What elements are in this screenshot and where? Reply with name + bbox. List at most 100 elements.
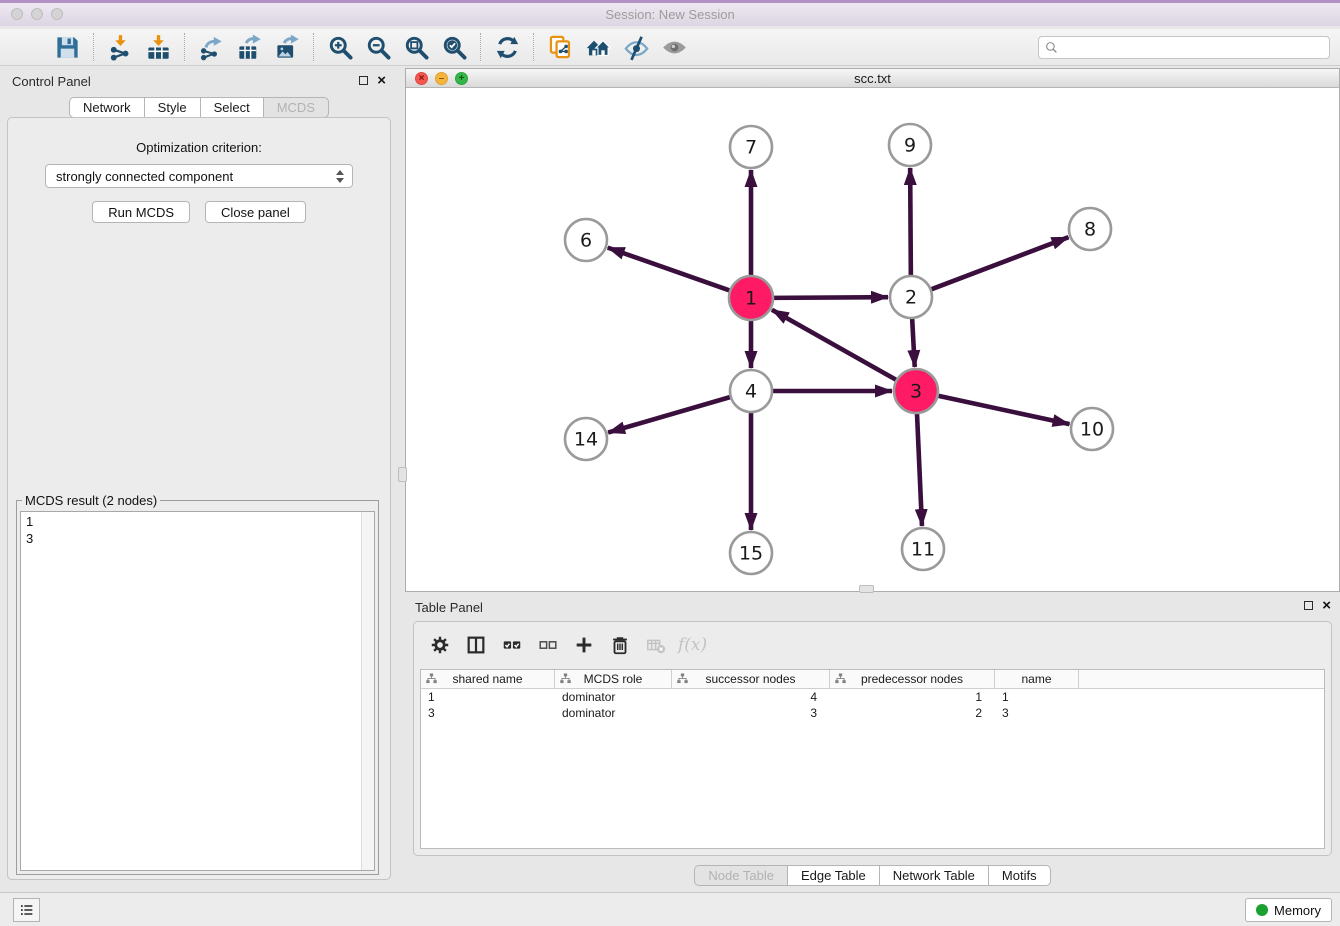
tab-edge-table[interactable]: Edge Table bbox=[787, 865, 879, 886]
table-row[interactable]: 1dominator411 bbox=[421, 689, 1324, 705]
edge-1-2[interactable] bbox=[773, 297, 888, 298]
result-scrollbar[interactable] bbox=[361, 512, 374, 870]
table-settings-button[interactable] bbox=[426, 632, 453, 659]
column-visibility-button[interactable] bbox=[462, 632, 489, 659]
task-history-button[interactable] bbox=[13, 898, 40, 922]
deselect-all-button[interactable] bbox=[534, 632, 561, 659]
add-column-button[interactable] bbox=[570, 632, 597, 659]
open-session-button[interactable] bbox=[10, 31, 48, 63]
edge-2-8[interactable] bbox=[931, 237, 1069, 289]
node-label-11: 11 bbox=[911, 539, 935, 561]
memory-button[interactable]: Memory bbox=[1245, 898, 1332, 922]
clone-network-button[interactable] bbox=[541, 31, 579, 63]
toolbar-separator bbox=[93, 33, 94, 61]
mcds-result-box: MCDS result (2 nodes) 1 3 bbox=[16, 493, 379, 875]
edge-1-6[interactable] bbox=[608, 248, 731, 291]
optimization-criterion-label: Optimization criterion: bbox=[8, 140, 390, 155]
export-image-icon bbox=[274, 34, 301, 61]
first-neighbors-button[interactable] bbox=[579, 31, 617, 63]
column-header-name[interactable]: name bbox=[995, 670, 1079, 688]
close-panel-icon[interactable]: × bbox=[377, 75, 386, 86]
mcds-result-title: MCDS result (2 nodes) bbox=[22, 493, 160, 508]
toolbar-separator bbox=[533, 33, 534, 61]
delete-column-button[interactable] bbox=[606, 632, 633, 659]
search-box bbox=[1038, 36, 1330, 59]
column-header-predecessor-nodes[interactable]: predecessor nodes bbox=[830, 670, 995, 688]
column-type-icon bbox=[677, 673, 688, 687]
table-cell: 1 bbox=[830, 690, 995, 704]
tab-select[interactable]: Select bbox=[200, 97, 263, 118]
mcds-tab-content: Optimization criterion: strongly connect… bbox=[7, 117, 391, 880]
edge-2-9[interactable] bbox=[910, 168, 911, 276]
edge-3-10[interactable] bbox=[938, 396, 1070, 425]
table-panel-title: Table Panel bbox=[415, 600, 483, 615]
tab-motifs[interactable]: Motifs bbox=[988, 865, 1051, 886]
zoom-fit-button[interactable] bbox=[397, 31, 435, 63]
import-network-button[interactable] bbox=[101, 31, 139, 63]
show-all-button[interactable] bbox=[655, 31, 693, 63]
status-bar: Memory bbox=[0, 892, 1340, 926]
column-type-icon bbox=[560, 673, 571, 687]
import-network-icon bbox=[107, 34, 134, 61]
zoom-in-button[interactable] bbox=[321, 31, 359, 63]
edge-2-3[interactable] bbox=[912, 318, 915, 367]
table-row[interactable]: 3dominator323 bbox=[421, 705, 1324, 721]
tab-network-table[interactable]: Network Table bbox=[879, 865, 988, 886]
plus-icon bbox=[573, 634, 595, 656]
memory-label: Memory bbox=[1274, 903, 1321, 918]
column-header-successor-nodes[interactable]: successor nodes bbox=[672, 670, 830, 688]
select-all-button[interactable] bbox=[498, 632, 525, 659]
export-network-button[interactable] bbox=[192, 31, 230, 63]
search-input[interactable] bbox=[1062, 37, 1323, 58]
node-label-10: 10 bbox=[1080, 419, 1104, 441]
network-view-window: × – + scc.txt 7968124314101511 bbox=[405, 68, 1340, 592]
column-header-label: shared name bbox=[452, 672, 522, 686]
tab-mcds[interactable]: MCDS bbox=[263, 97, 329, 118]
columns-icon bbox=[465, 634, 487, 656]
zoom-selected-button[interactable] bbox=[435, 31, 473, 63]
edge-4-14[interactable] bbox=[608, 397, 731, 433]
control-panel: Control Panel × NetworkStyleSelectMCDS O… bbox=[3, 70, 395, 880]
vertical-splitter-handle[interactable] bbox=[398, 467, 407, 482]
toolbar-separator bbox=[313, 33, 314, 61]
tab-network[interactable]: Network bbox=[69, 97, 144, 118]
checked-boxes-icon bbox=[501, 634, 523, 656]
table-panel: Table Panel × bbox=[405, 595, 1340, 888]
horizontal-splitter-handle[interactable] bbox=[859, 585, 874, 593]
table-cell: 4 bbox=[672, 690, 830, 704]
tab-node-table[interactable]: Node Table bbox=[694, 865, 787, 886]
close-panel-button[interactable]: Close panel bbox=[205, 201, 306, 223]
search-icon bbox=[1045, 41, 1058, 54]
edge-3-1[interactable] bbox=[772, 310, 897, 380]
save-session-button[interactable] bbox=[48, 31, 86, 63]
column-header-shared-name[interactable]: shared name bbox=[421, 670, 555, 688]
window-titlebar: Session: New Session bbox=[0, 0, 1340, 26]
run-mcds-button[interactable]: Run MCDS bbox=[92, 201, 190, 223]
export-network-icon bbox=[198, 34, 225, 61]
zoom-fit-icon bbox=[403, 34, 430, 61]
table-panel-tabs: Node TableEdge TableNetwork TableMotifs bbox=[405, 865, 1340, 886]
node-label-2: 2 bbox=[905, 287, 917, 309]
network-canvas[interactable]: 7968124314101511 bbox=[406, 88, 1339, 591]
hide-selected-button[interactable] bbox=[617, 31, 655, 63]
export-image-button[interactable] bbox=[268, 31, 306, 63]
table-cell: 2 bbox=[830, 706, 995, 720]
tab-style[interactable]: Style bbox=[144, 97, 200, 118]
column-header-mcds-role[interactable]: MCDS role bbox=[555, 670, 672, 688]
close-panel-icon[interactable]: × bbox=[1322, 600, 1331, 611]
import-table-button[interactable] bbox=[139, 31, 177, 63]
table-header-row: shared name MCDS rolesuccessor nodesprede… bbox=[421, 670, 1324, 689]
node-label-6: 6 bbox=[580, 230, 592, 252]
criterion-dropdown[interactable]: strongly connected component bbox=[45, 164, 353, 188]
edge-3-11[interactable] bbox=[917, 413, 922, 526]
eye-icon bbox=[661, 34, 688, 61]
node-label-3: 3 bbox=[910, 381, 922, 403]
column-type-icon bbox=[835, 673, 846, 687]
gear-icon bbox=[429, 634, 451, 656]
refresh-button[interactable] bbox=[488, 31, 526, 63]
zoom-out-button[interactable] bbox=[359, 31, 397, 63]
float-panel-icon[interactable] bbox=[359, 76, 368, 85]
float-panel-icon[interactable] bbox=[1304, 601, 1313, 610]
export-table-button[interactable] bbox=[230, 31, 268, 63]
eye-slash-icon bbox=[623, 34, 650, 61]
